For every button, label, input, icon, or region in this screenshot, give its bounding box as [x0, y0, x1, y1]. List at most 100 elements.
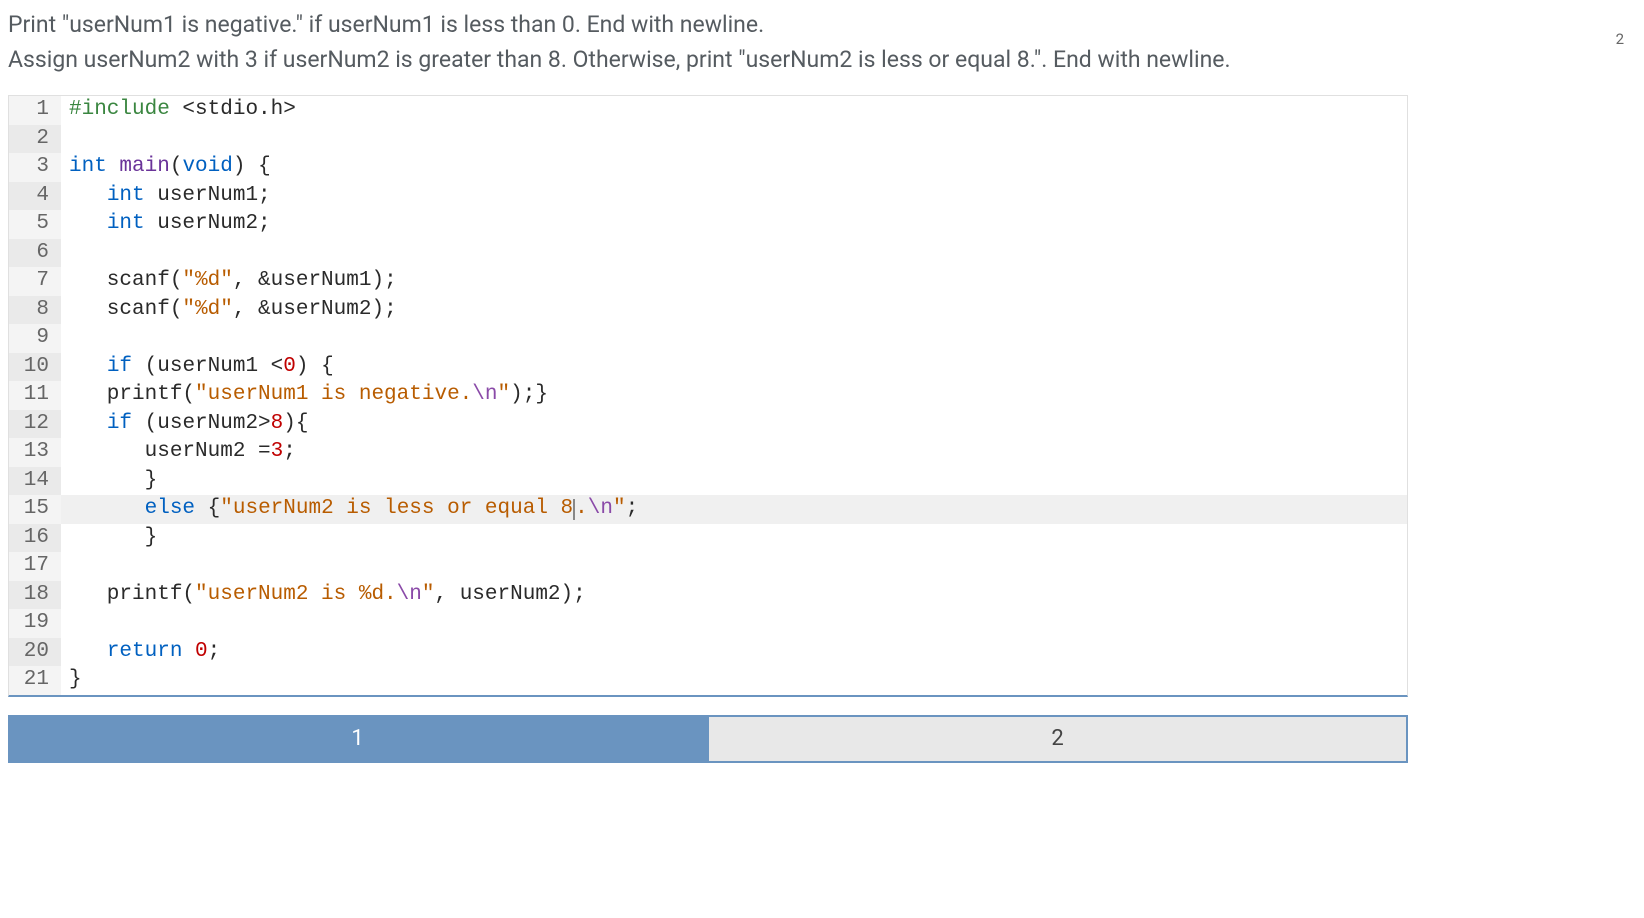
- line-number: 19: [9, 609, 61, 638]
- line-number: 14: [9, 467, 61, 496]
- code-line[interactable]: 21}: [9, 666, 1407, 695]
- code-line[interactable]: 17: [9, 552, 1407, 581]
- instruction-line-2: Assign userNum2 with 3 if userNum2 is gr…: [8, 46, 1231, 73]
- token-plain: ;: [208, 640, 221, 663]
- line-number: 16: [9, 524, 61, 553]
- line-number: 17: [9, 552, 61, 581]
- token-plain: scanf(: [69, 269, 182, 292]
- code-content[interactable]: userNum2 =3;: [61, 438, 1407, 467]
- token-plain: [69, 640, 107, 663]
- token-plain: }: [69, 668, 82, 691]
- token-plain: , &userNum2);: [233, 298, 397, 321]
- code-content[interactable]: return 0;: [61, 638, 1407, 667]
- code-line[interactable]: 16 }: [9, 524, 1407, 553]
- code-line[interactable]: 1#include <stdio.h>: [9, 96, 1407, 125]
- token-plain: [107, 155, 120, 178]
- code-content[interactable]: }: [61, 666, 1407, 695]
- token-keyword: void: [182, 155, 232, 178]
- token-string: ": [613, 497, 626, 520]
- code-content[interactable]: #include <stdio.h>: [61, 96, 1407, 125]
- code-content[interactable]: scanf("%d", &userNum2);: [61, 296, 1407, 325]
- token-plain: [69, 497, 145, 520]
- token-number: 8: [271, 412, 284, 435]
- token-plain: <stdio.h>: [170, 98, 296, 121]
- token-plain: ;: [626, 497, 639, 520]
- code-line[interactable]: 20 return 0;: [9, 638, 1407, 667]
- token-plain: userNum2;: [145, 212, 271, 235]
- token-plain: ){: [283, 412, 308, 435]
- line-number: 4: [9, 182, 61, 211]
- token-plain: {: [195, 497, 220, 520]
- code-line[interactable]: 13 userNum2 =3;: [9, 438, 1407, 467]
- token-string: "%d": [182, 298, 232, 321]
- line-number: 11: [9, 381, 61, 410]
- line-number: 5: [9, 210, 61, 239]
- token-string: ": [422, 583, 435, 606]
- token-plain: [69, 355, 107, 378]
- code-line[interactable]: 8 scanf("%d", &userNum2);: [9, 296, 1407, 325]
- token-plain: [69, 412, 107, 435]
- instruction-line-1: Print "userNum1 is negative." if userNum…: [8, 11, 764, 38]
- token-escape: \n: [472, 383, 497, 406]
- token-keyword: else: [145, 497, 195, 520]
- code-line[interactable]: 14 }: [9, 467, 1407, 496]
- token-plain: printf(: [69, 383, 195, 406]
- token-string: "%d": [182, 269, 232, 292]
- token-plain: ) {: [233, 155, 271, 178]
- line-number: 7: [9, 267, 61, 296]
- line-number: 3: [9, 153, 61, 182]
- token-plain: [69, 212, 107, 235]
- code-line[interactable]: 19: [9, 609, 1407, 638]
- code-content[interactable]: if (userNum1 <0) {: [61, 353, 1407, 382]
- code-line[interactable]: 10 if (userNum1 <0) {: [9, 353, 1407, 382]
- token-plain: ) {: [296, 355, 334, 378]
- code-line[interactable]: 11 printf("userNum1 is negative.\n");}: [9, 381, 1407, 410]
- tab-2[interactable]: 2: [707, 715, 1408, 763]
- line-number: 10: [9, 353, 61, 382]
- token-keyword: int: [107, 184, 145, 207]
- token-keyword: return: [107, 640, 183, 663]
- code-content[interactable]: int userNum1;: [61, 182, 1407, 211]
- code-line[interactable]: 7 scanf("%d", &userNum1);: [9, 267, 1407, 296]
- code-content[interactable]: printf("userNum1 is negative.\n");}: [61, 381, 1407, 410]
- tab-1[interactable]: 1: [8, 715, 707, 763]
- code-line[interactable]: 12 if (userNum2>8){: [9, 410, 1407, 439]
- code-content[interactable]: }: [61, 524, 1407, 553]
- top-right-badge: 2: [1616, 30, 1624, 48]
- code-content[interactable]: }: [61, 467, 1407, 496]
- code-content[interactable]: else {"userNum2 is less or equal 8.\n";: [61, 495, 1407, 524]
- code-line[interactable]: 9: [9, 324, 1407, 353]
- token-keyword: if: [107, 355, 132, 378]
- token-plain: (userNum1 <: [132, 355, 283, 378]
- code-editor[interactable]: 1#include <stdio.h>23int main(void) {4 i…: [8, 95, 1408, 697]
- token-escape: \n: [588, 497, 613, 520]
- code-content[interactable]: printf("userNum2 is %d.\n", userNum2);: [61, 581, 1407, 610]
- code-line[interactable]: 5 int userNum2;: [9, 210, 1407, 239]
- line-number: 21: [9, 666, 61, 695]
- token-plain: (userNum2>: [132, 412, 271, 435]
- line-number: 1: [9, 96, 61, 125]
- token-string: "userNum2 is %d.: [195, 583, 397, 606]
- code-content[interactable]: scanf("%d", &userNum1);: [61, 267, 1407, 296]
- code-line[interactable]: 6: [9, 239, 1407, 268]
- token-number: 0: [283, 355, 296, 378]
- code-content[interactable]: int userNum2;: [61, 210, 1407, 239]
- code-content[interactable]: int main(void) {: [61, 153, 1407, 182]
- token-preproc: #include: [69, 98, 170, 121]
- code-line[interactable]: 4 int userNum1;: [9, 182, 1407, 211]
- code-content[interactable]: if (userNum2>8){: [61, 410, 1407, 439]
- token-plain: userNum2 =: [69, 440, 271, 463]
- token-plain: (: [170, 155, 183, 178]
- token-number: 0: [195, 640, 208, 663]
- line-number: 9: [9, 324, 61, 353]
- token-plain: [69, 184, 107, 207]
- line-number: 8: [9, 296, 61, 325]
- code-line[interactable]: 15 else {"userNum2 is less or equal 8.\n…: [9, 495, 1407, 524]
- line-number: 6: [9, 239, 61, 268]
- code-line[interactable]: 2: [9, 125, 1407, 154]
- line-number: 20: [9, 638, 61, 667]
- token-string: "userNum1 is negative.: [195, 383, 472, 406]
- code-line[interactable]: 18 printf("userNum2 is %d.\n", userNum2)…: [9, 581, 1407, 610]
- code-line[interactable]: 3int main(void) {: [9, 153, 1407, 182]
- token-plain: printf(: [69, 583, 195, 606]
